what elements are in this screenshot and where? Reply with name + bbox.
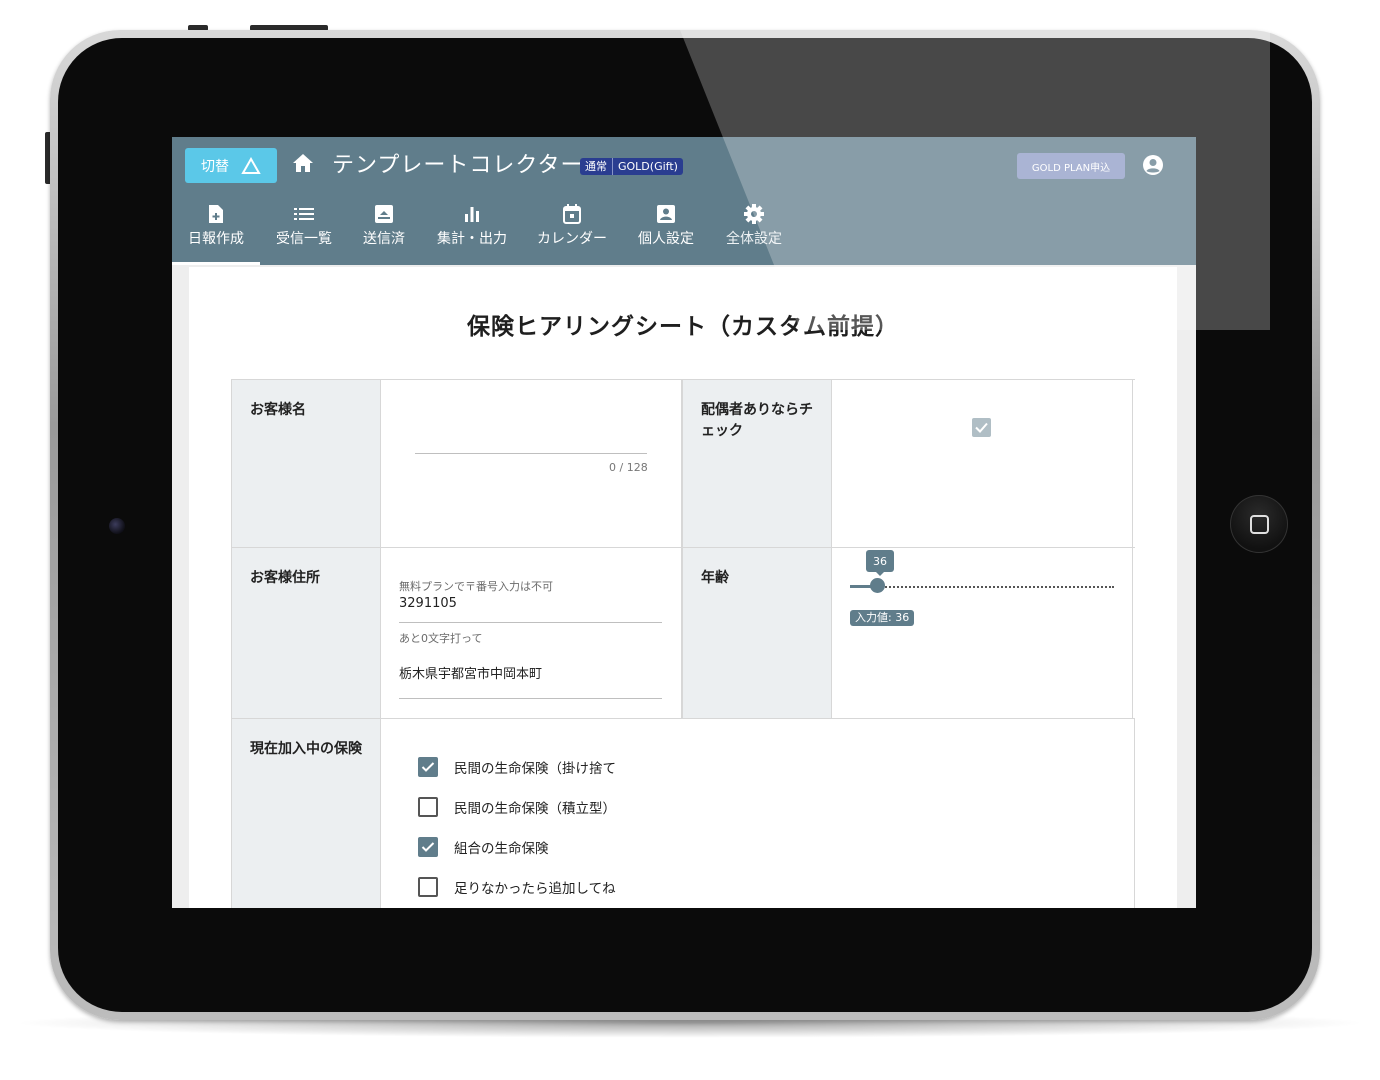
option-label: 民間の生命保険（積立型） (454, 801, 616, 817)
tab-label: 全体設定 (726, 231, 782, 247)
address-underline (399, 698, 662, 699)
person-card-icon (657, 205, 675, 223)
tab-label: 日報作成 (188, 231, 244, 247)
tab-label: 個人設定 (638, 231, 694, 247)
customer-name-label: お客様名 (231, 380, 381, 547)
triangle-icon (241, 156, 261, 174)
customer-name-input[interactable] (415, 453, 647, 454)
tab-label: 送信済 (363, 231, 405, 247)
tab-daily-report[interactable]: 日報作成 (172, 201, 260, 265)
front-camera (109, 518, 125, 534)
tab-global-settings[interactable]: 全体設定 (712, 201, 796, 265)
age-label: 年齢 (682, 548, 832, 718)
checkbox-unchecked[interactable] (418, 797, 438, 817)
checkbox-checked[interactable] (418, 757, 438, 777)
insurance-cell: 民間の生命保険（掛け捨て 民間の生命保険（積立型） 組合の生命保険 足りなかった… (381, 719, 1135, 908)
app-screen: 切替 テンプレートコレクター 通常 GOLD(Gift) GOLD PLAN申込… (172, 137, 1196, 908)
address-label: お客様住所 (231, 548, 381, 718)
insurance-option[interactable]: 民間の生命保険（掛け捨て (418, 747, 616, 787)
tab-inbox[interactable]: 受信一覧 (260, 201, 348, 265)
tab-calendar[interactable]: カレンダー (524, 201, 620, 265)
checkbox-checked[interactable] (418, 837, 438, 857)
gold-plan-button[interactable]: GOLD PLAN申込 (1017, 153, 1125, 179)
age-value-chip: 入力値: 36 (850, 610, 915, 626)
spouse-checkbox[interactable] (972, 418, 991, 437)
check-icon (421, 842, 435, 852)
form-row: お客様住所 無料プランで〒番号入力は不可 3291105 あと0文字打って 栃木… (231, 548, 1135, 719)
switch-label: 切替 (201, 158, 229, 175)
insurance-option[interactable]: 民間の生命保険（積立型） (418, 787, 616, 827)
age-slider-value-bubble: 36 (866, 550, 894, 576)
address-helper: あと0文字打って (399, 632, 483, 645)
archive-icon (375, 205, 393, 223)
spouse-cell (832, 380, 1133, 547)
gear-icon (744, 204, 764, 224)
app-bar: 切替 テンプレートコレクター 通常 GOLD(Gift) GOLD PLAN申込… (172, 137, 1196, 265)
nav-tabs: 日報作成 受信一覧 送信済 集計・出力 カレンダー 個人設定 全体設定 (172, 201, 796, 265)
tab-label: 集計・出力 (437, 231, 507, 247)
list-icon (294, 208, 314, 220)
form-table: お客様名 0 / 128 配偶者ありならチェック お客様住所 無料プランで〒番号… (231, 379, 1135, 908)
char-counter: 0 / 128 (609, 461, 648, 474)
check-icon (421, 762, 435, 772)
calendar-icon (563, 204, 581, 224)
form-row: 現在加入中の保険 民間の生命保険（掛け捨て 民間の生命保険（積立型） 組合の生命… (231, 719, 1135, 908)
plan-badge: 通常 GOLD(Gift) (580, 158, 683, 175)
tab-label: カレンダー (537, 231, 607, 247)
tab-sent[interactable]: 送信済 (348, 201, 420, 265)
insurance-label: 現在加入中の保険 (231, 719, 381, 908)
option-label: 足りなかったら追加してね (454, 881, 616, 897)
add-document-icon (209, 205, 223, 223)
tab-personal-settings[interactable]: 個人設定 (620, 201, 712, 265)
address-input[interactable]: 栃木県宇都宮市中岡本町 (399, 663, 542, 682)
age-slider-track[interactable] (850, 586, 1114, 588)
home-icon[interactable] (292, 153, 314, 173)
insurance-option[interactable]: 組合の生命保険 (418, 827, 616, 867)
bar-chart-icon (465, 207, 479, 222)
form-row: お客様名 0 / 128 配偶者ありならチェック (231, 379, 1135, 548)
address-cell: 無料プランで〒番号入力は不可 3291105 あと0文字打って 栃木県宇都宮市中… (381, 548, 682, 718)
plan-tag-gold: GOLD(Gift) (612, 158, 683, 175)
sheet-title: 保険ヒアリングシート（カスタム前提） (467, 314, 899, 340)
zip-input[interactable]: 3291105 (399, 596, 457, 611)
age-cell: 36 入力値: 36 (832, 548, 1133, 718)
account-icon[interactable] (1142, 154, 1164, 176)
insurance-options: 民間の生命保険（掛け捨て 民間の生命保険（積立型） 組合の生命保険 足りなかった… (418, 747, 616, 907)
plan-tag-normal: 通常 (585, 160, 607, 173)
checkbox-unchecked[interactable] (418, 877, 438, 897)
spouse-label: 配偶者ありならチェック (682, 380, 832, 547)
report-sheet: 保険ヒアリングシート（カスタム前提） お客様名 0 / 128 配偶者ありならチ… (189, 267, 1177, 908)
option-label: 組合の生命保険 (454, 841, 549, 857)
tab-label: 受信一覧 (276, 231, 332, 247)
zip-underline (399, 622, 662, 623)
tab-aggregate[interactable]: 集計・出力 (420, 201, 524, 265)
option-label: 民間の生命保険（掛け捨て (454, 761, 616, 777)
switch-button[interactable]: 切替 (185, 148, 277, 183)
insurance-option[interactable]: 足りなかったら追加してね (418, 867, 616, 907)
app-title: テンプレートコレクター (332, 153, 584, 178)
customer-name-cell: 0 / 128 (381, 380, 682, 547)
zip-label: 無料プランで〒番号入力は不可 (399, 580, 553, 593)
home-button[interactable] (1230, 495, 1288, 553)
